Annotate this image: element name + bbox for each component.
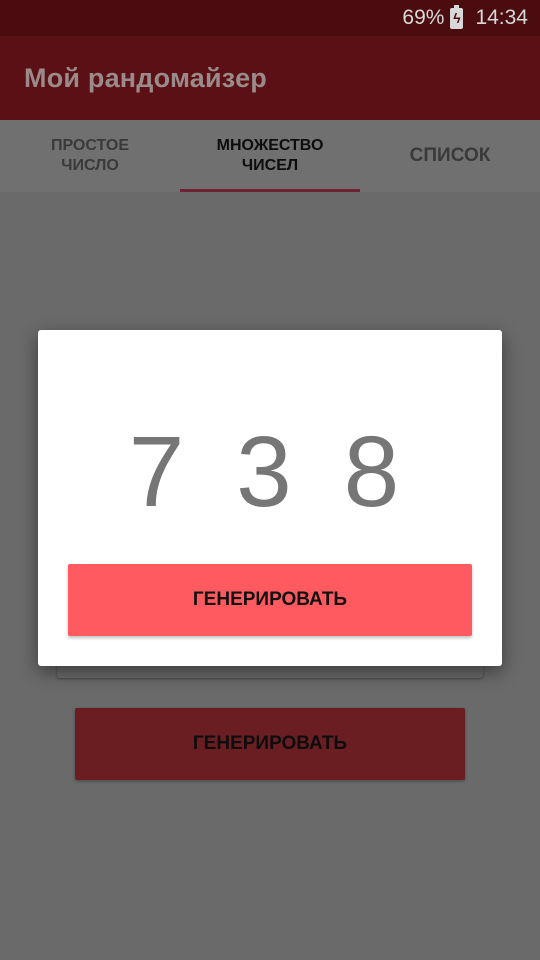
battery-percent: 69% (402, 6, 445, 29)
active-tab-indicator (180, 189, 360, 192)
battery-charging-icon: ϟ (450, 4, 464, 29)
tab-multiple-numbers-label: МНОЖЕСТВО ЧИСЕЛ (216, 137, 324, 174)
app-title: Мой рандомайзер (24, 62, 267, 93)
status-bar: 69% ϟ 14:34 (0, 0, 540, 36)
tab-list[interactable]: СПИСОК (360, 120, 540, 192)
tab-bar: ПРОСТОЕ ЧИСЛО МНОЖЕСТВО ЧИСЕЛ СПИСОК (0, 120, 540, 192)
dialog-generate-button[interactable]: ГЕНЕРИРОВАТЬ (68, 564, 472, 636)
tab-simple-number[interactable]: ПРОСТОЕ ЧИСЛО (0, 120, 180, 192)
tab-multiple-numbers[interactable]: МНОЖЕСТВО ЧИСЕЛ (180, 120, 360, 192)
result-number: 7 3 8 (128, 416, 412, 528)
app-bar: Мой рандомайзер (0, 36, 540, 120)
clock: 14:34 (475, 6, 528, 29)
generate-button[interactable]: ГЕНЕРИРОВАТЬ (75, 708, 465, 780)
result-dialog: 7 3 8 ГЕНЕРИРОВАТЬ (38, 330, 502, 666)
